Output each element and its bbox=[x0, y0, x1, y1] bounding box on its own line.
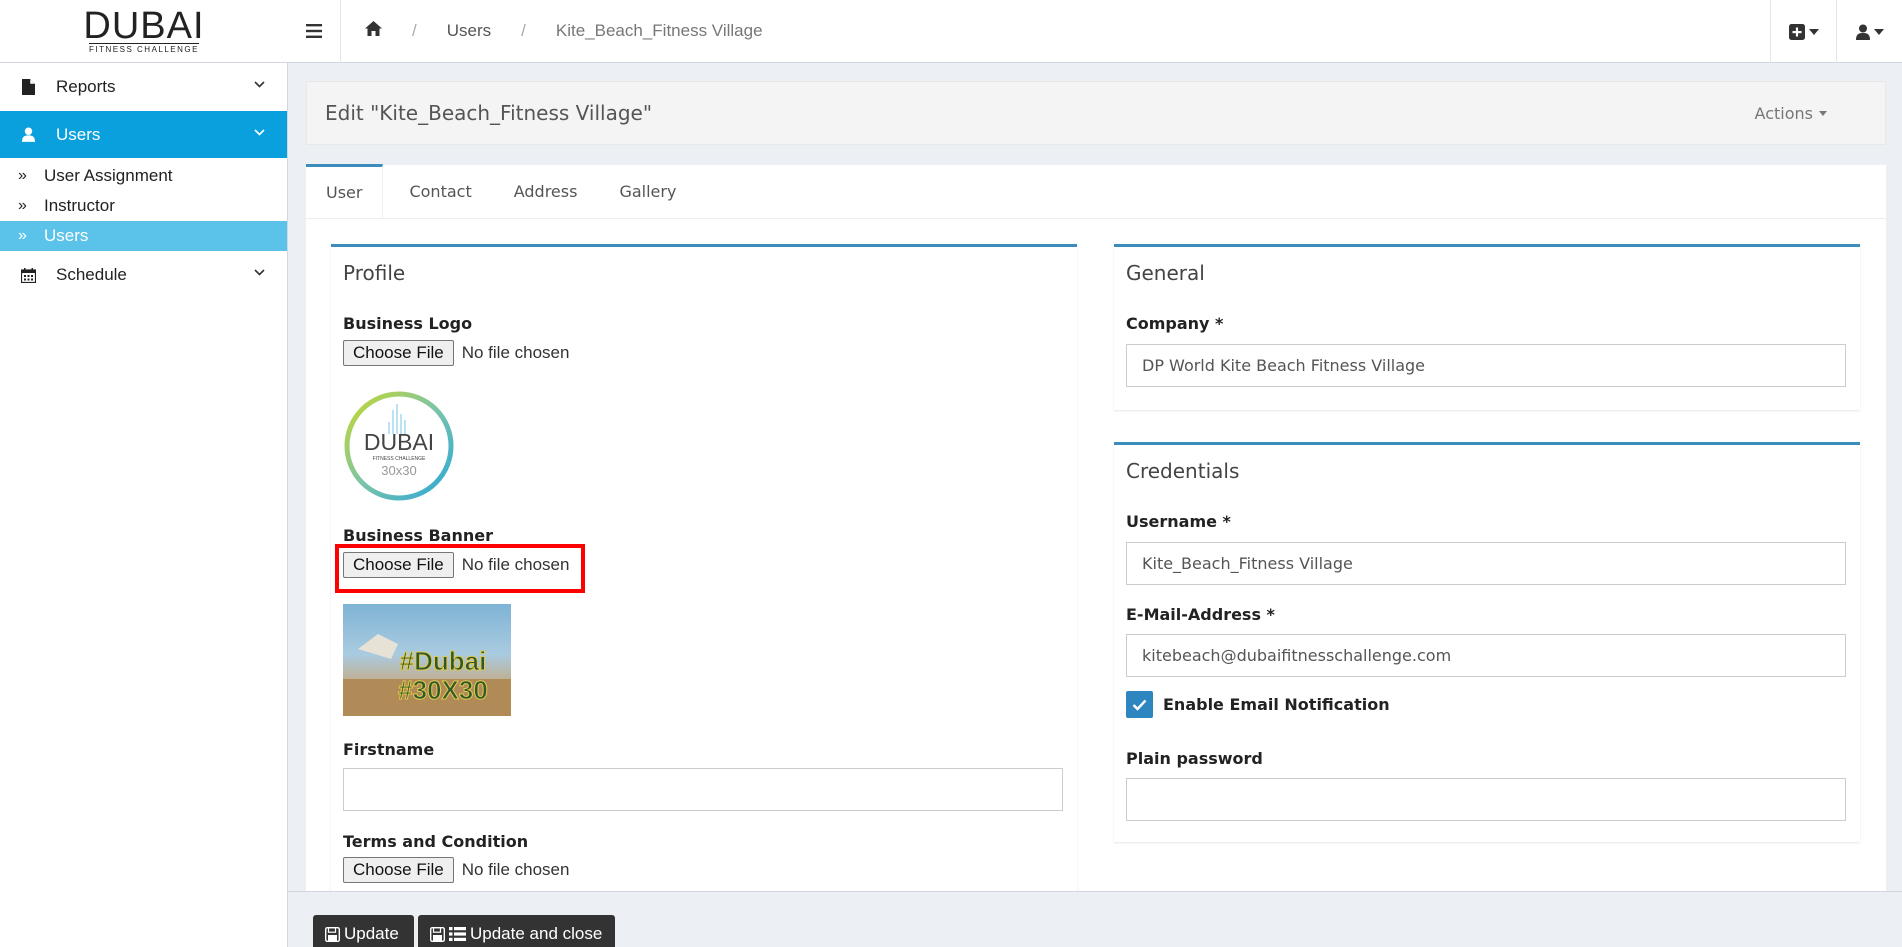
caret-down-icon bbox=[1873, 28, 1884, 35]
brand-logo[interactable]: DUBAI FITNESS CHALLENGE bbox=[0, 0, 288, 63]
sidebar-item-reports[interactable]: Reports bbox=[0, 63, 287, 111]
menu-toggle-button[interactable] bbox=[288, 0, 340, 63]
tabs-panel: User Contact Address Gallery Profile Bus… bbox=[306, 164, 1886, 891]
business-logo-label: Business Logo bbox=[343, 314, 473, 333]
top-right-controls bbox=[1770, 0, 1902, 63]
file-status: No file chosen bbox=[461, 860, 570, 879]
credentials-box: Credentials Username * Kite_Beach_Fitnes… bbox=[1114, 442, 1860, 842]
caret-down-icon bbox=[1808, 28, 1819, 35]
sidebar-subitem-user-assignment[interactable]: » User Assignment bbox=[0, 161, 287, 191]
tab-gallery[interactable]: Gallery bbox=[597, 164, 696, 218]
banner-text-1: #Dubai bbox=[400, 646, 487, 676]
actions-dropdown[interactable]: Actions bbox=[1755, 104, 1827, 123]
general-box: General Company * DP World Kite Beach Fi… bbox=[1114, 244, 1860, 410]
tab-address[interactable]: Address bbox=[492, 164, 598, 218]
password-label: Plain password bbox=[1126, 749, 1263, 768]
file-icon bbox=[18, 79, 38, 95]
user-icon bbox=[1855, 24, 1870, 40]
page-header: Edit "Kite_Beach_Fitness Village" Action… bbox=[306, 81, 1886, 145]
update-and-close-button[interactable]: Update and close bbox=[418, 915, 615, 947]
profile-box: Profile Business Logo Choose File No fil… bbox=[331, 244, 1077, 891]
actions-label: Actions bbox=[1754, 104, 1813, 123]
double-chevron-right-icon: » bbox=[18, 227, 27, 244]
terms-label: Terms and Condition bbox=[343, 832, 529, 851]
credentials-title: Credentials bbox=[1126, 459, 1240, 483]
enable-email-notification: Enable Email Notification bbox=[1126, 691, 1390, 718]
update-button[interactable]: Update bbox=[313, 915, 414, 947]
sidebar-item-label: Schedule bbox=[56, 265, 127, 284]
sidebar-subitem-label: User Assignment bbox=[44, 166, 173, 185]
breadcrumb-separator: / bbox=[412, 21, 417, 40]
password-input[interactable] bbox=[1126, 778, 1846, 821]
update-and-close-label: Update and close bbox=[470, 924, 603, 943]
logo-subtext: FITNESS CHALLENGE bbox=[373, 456, 426, 462]
sidebar-item-schedule[interactable]: Schedule bbox=[0, 251, 287, 299]
business-logo-image: DUBAI FITNESS CHALLENGE 30x30 bbox=[343, 390, 455, 502]
chevron-down-icon bbox=[254, 129, 265, 136]
sidebar-item-label: Users bbox=[56, 124, 101, 144]
chevron-down-icon bbox=[254, 269, 265, 276]
choose-file-button[interactable]: Choose File bbox=[343, 340, 454, 366]
checkmark-icon bbox=[1132, 699, 1147, 711]
sidebar-subitem-users[interactable]: » Users bbox=[0, 221, 287, 251]
tab-bar: User Contact Address Gallery bbox=[306, 164, 1886, 219]
notification-checkbox[interactable] bbox=[1126, 691, 1153, 718]
plus-square-icon bbox=[1788, 23, 1805, 40]
brand-logo-main: DUBAI bbox=[83, 4, 205, 47]
form-actions-bar: Update Update and close bbox=[288, 891, 1902, 947]
business-logo-file-input: Choose File No file chosen bbox=[343, 340, 569, 366]
breadcrumb-current: Kite_Beach_Fitness Village bbox=[555, 21, 763, 40]
brand-logo-sub: FITNESS CHALLENGE bbox=[89, 42, 199, 54]
profile-title: Profile bbox=[343, 261, 406, 285]
highlight-box bbox=[335, 544, 585, 593]
logo-text: DUBAI bbox=[364, 429, 434, 455]
user-menu-button[interactable] bbox=[1836, 0, 1902, 63]
firstname-input[interactable] bbox=[343, 768, 1063, 811]
firstname-label: Firstname bbox=[343, 740, 435, 759]
username-label: Username * bbox=[1126, 512, 1231, 531]
double-chevron-right-icon: » bbox=[18, 167, 27, 184]
update-label: Update bbox=[344, 924, 399, 943]
calendar-icon bbox=[18, 267, 38, 283]
company-input[interactable]: DP World Kite Beach Fitness Village bbox=[1126, 344, 1846, 387]
page-title: Edit "Kite_Beach_Fitness Village" bbox=[325, 101, 653, 125]
caret-down-icon bbox=[1819, 111, 1827, 116]
email-input[interactable]: kitebeach@dubaifitnesschallenge.com bbox=[1126, 634, 1846, 677]
banner-text-2: #30X30 bbox=[398, 675, 488, 705]
breadcrumb-users-link[interactable]: Users bbox=[447, 21, 491, 41]
sidebar-subitem-instructor[interactable]: » Instructor bbox=[0, 191, 287, 221]
choose-file-button[interactable]: Choose File bbox=[343, 857, 454, 883]
sidebar-item-users[interactable]: Users bbox=[0, 111, 287, 158]
hamburger-icon bbox=[306, 24, 322, 38]
breadcrumb: / Users / Kite_Beach_Fitness Village bbox=[340, 0, 763, 63]
save-icon bbox=[325, 926, 340, 942]
list-icon bbox=[449, 927, 466, 941]
terms-file-input: Choose File No file chosen bbox=[343, 857, 569, 883]
double-chevron-right-icon: » bbox=[18, 197, 27, 214]
business-banner-image: #Dubai #30X30 bbox=[343, 604, 511, 716]
logo-number: 30x30 bbox=[381, 463, 416, 478]
chevron-down-icon bbox=[254, 81, 265, 88]
file-status: No file chosen bbox=[461, 343, 570, 362]
sidebar-item-label: Reports bbox=[56, 77, 116, 96]
username-input[interactable]: Kite_Beach_Fitness Village bbox=[1126, 542, 1846, 585]
business-banner-label: Business Banner bbox=[343, 526, 493, 545]
general-title: General bbox=[1126, 261, 1205, 285]
main-content: Edit "Kite_Beach_Fitness Village" Action… bbox=[288, 63, 1902, 891]
breadcrumb-separator: / bbox=[521, 21, 526, 40]
user-icon bbox=[18, 127, 38, 142]
home-icon[interactable] bbox=[365, 21, 382, 41]
sidebar: Reports Users » User Assignment » Instru… bbox=[0, 63, 288, 947]
sidebar-subitem-label: Instructor bbox=[44, 196, 115, 215]
top-header: DUBAI FITNESS CHALLENGE / Users / Kite_B… bbox=[0, 0, 1902, 63]
sidebar-subitem-label: Users bbox=[44, 226, 89, 245]
tab-contact[interactable]: Contact bbox=[383, 164, 491, 218]
email-label: E-Mail-Address * bbox=[1126, 605, 1275, 624]
tab-user[interactable]: User bbox=[306, 164, 384, 218]
company-label: Company * bbox=[1126, 314, 1224, 333]
add-menu-button[interactable] bbox=[1770, 0, 1836, 63]
save-icon bbox=[430, 926, 445, 942]
notification-label: Enable Email Notification bbox=[1163, 695, 1390, 714]
